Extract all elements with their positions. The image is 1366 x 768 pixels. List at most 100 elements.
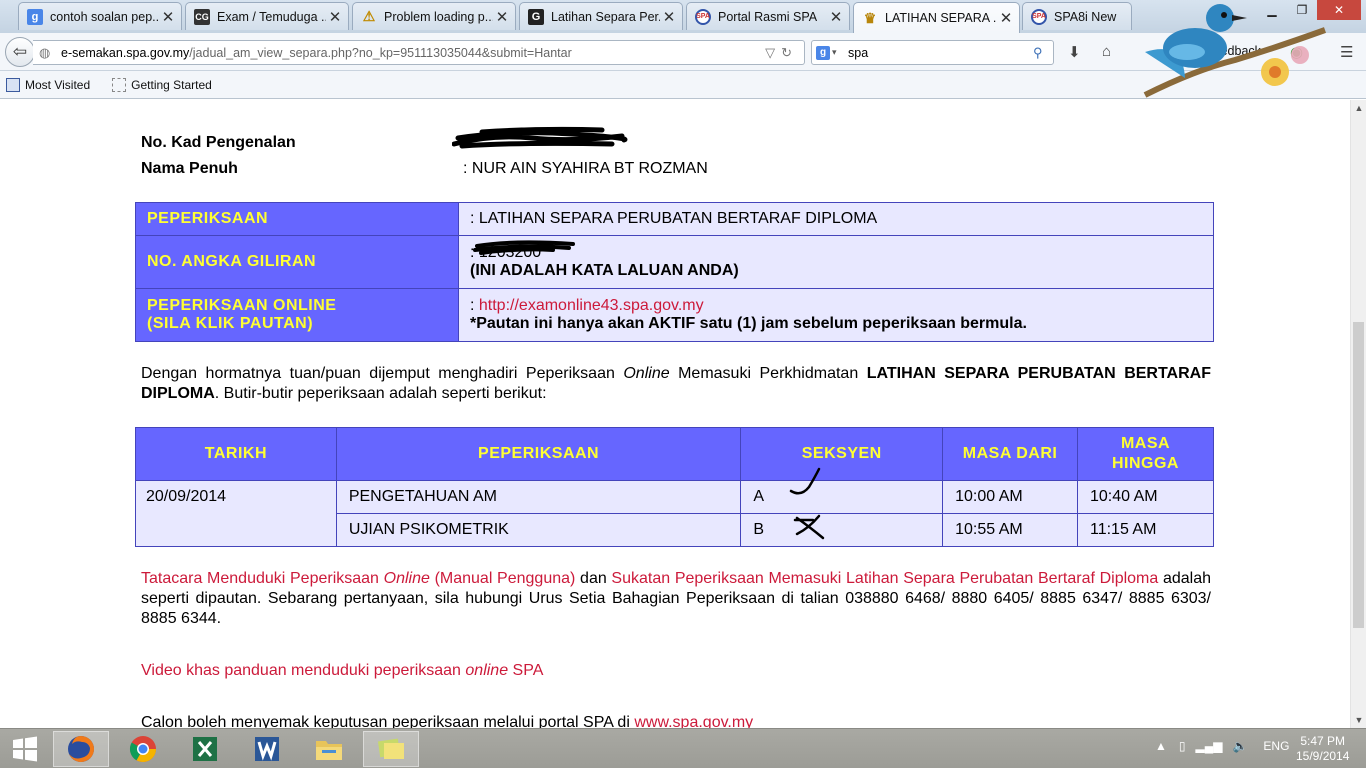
tab-spa8i-new[interactable]: SPA SPA8i New (1022, 2, 1132, 30)
checkmark-scribble (790, 467, 821, 495)
close-window-icon[interactable]: ✕ (1317, 0, 1361, 20)
scrollbar-thumb[interactable] (1353, 322, 1364, 628)
video-guide-link[interactable]: Video khas panduan menduduki peperiksaan… (141, 662, 543, 679)
reload-icon[interactable]: ↻ (781, 45, 798, 60)
excel-icon[interactable] (177, 731, 233, 767)
magnifier-icon[interactable]: ⚲ (1033, 45, 1053, 61)
close-tab-icon[interactable]: ✕ (827, 8, 845, 26)
scroll-up-icon[interactable]: ▲ (1351, 100, 1366, 116)
feedback-button[interactable]: Feedback (1206, 44, 1261, 58)
window-controls: ▁ ❐ ✕ (1257, 0, 1361, 20)
clock-time: 5:47 PM (1300, 734, 1346, 748)
bookmark-label: Getting Started (131, 77, 212, 92)
download-icon[interactable]: ⬇ (1068, 43, 1081, 61)
back-button[interactable]: ⇦ (5, 37, 35, 67)
search-engine-selector[interactable]: g ▾ (816, 45, 840, 61)
signal-icon[interactable]: ▂▄▆ (1196, 739, 1223, 753)
url-text: e-semakan.spa.gov.my/jadual_am_view_sepa… (61, 46, 765, 60)
manual-link-text: Tatacara Menduduki Peperiksaan (141, 570, 384, 587)
turn-number-label: NO. ANGKA GILIRAN (135, 235, 459, 289)
row-to: 11:15 AM (1076, 513, 1215, 547)
url-domain: e-semakan.spa.gov.my (61, 45, 190, 60)
manual-link-text: (Manual Pengguna) (429, 570, 576, 587)
url-bar[interactable]: ◍ e-semakan.spa.gov.my/jadual_am_view_se… (33, 40, 805, 65)
photo-viewer-icon[interactable] (363, 731, 419, 767)
cross-scribble (794, 514, 825, 540)
globe-icon: ◍ (39, 44, 51, 60)
header-tarikh: TARIKH (135, 427, 337, 481)
bookmark-label: Most Visited (25, 77, 91, 92)
google-search-icon: g (816, 45, 830, 60)
tab-label: SPA8i New (1054, 9, 1117, 24)
section-letter: A (753, 488, 765, 505)
intro-text: . Butir-butir peperiksaan adalah seperti… (214, 385, 547, 402)
results-text: Calon boleh menyemak keputusan peperiksa… (141, 714, 635, 728)
dropdown-arrow-icon[interactable]: ▽ (765, 45, 781, 60)
show-hidden-icons-icon[interactable]: ▲ (1155, 739, 1167, 753)
tab-label: LATIHAN SEPARA ... (885, 11, 997, 25)
video-text: Video khas panduan menduduki peperiksaan (141, 662, 466, 679)
g-icon: G (528, 8, 544, 25)
tab-portal-rasmi-spa[interactable]: SPA Portal Rasmi SPA ✕ (686, 2, 850, 30)
exam-row: PEPERIKSAAN : LATIHAN SEPARA PERUBATAN B… (135, 202, 1214, 236)
tab-problem-loading[interactable]: ⚠ Problem loading p... ✕ (352, 2, 516, 30)
close-tab-icon[interactable]: ✕ (493, 8, 511, 26)
bookmark-most-visited[interactable]: Most Visited (6, 77, 91, 92)
bookmark-getting-started[interactable]: Getting Started (112, 77, 212, 92)
video-guide-line: Video khas panduan menduduki peperiksaan… (141, 661, 1211, 681)
row-to: 10:40 AM (1076, 480, 1215, 514)
bookmarks-toolbar: Most Visited Getting Started (0, 71, 1366, 99)
windows-taskbar: ▲ ▯ ▂▄▆ 🔈 ENG 5:47 PM 15/9/2014 (0, 728, 1366, 768)
windows-start-icon[interactable] (0, 731, 50, 767)
syllabus-link[interactable]: Sukatan Peperiksaan Memasuki Latihan Sep… (611, 570, 1158, 587)
results-line: Calon boleh menyemak keputusan peperiksa… (141, 713, 1211, 728)
navigation-toolbar: ⇦ ◍ e-semakan.spa.gov.my/jadual_am_view_… (0, 33, 1366, 71)
cg-icon: CG (194, 8, 210, 25)
firefox-icon[interactable] (53, 731, 109, 767)
manual-link-italic: Online (383, 570, 430, 587)
online-prefix: : (470, 297, 479, 314)
url-path: /jadual_am_view_separa.php?no_kp=9511130… (189, 45, 572, 60)
online-exam-label-line1: PEPERIKSAAN ONLINE (147, 297, 337, 314)
tab-label: Problem loading p... (384, 9, 493, 24)
tab-latihan-separa-active[interactable]: ♛ LATIHAN SEPARA ... ✕ (853, 2, 1020, 33)
manual-links-paragraph: Tatacara Menduduki Peperiksaan Online (M… (141, 569, 1211, 629)
tab-latihan-separa[interactable]: G Latihan Separa Per... ✕ (519, 2, 683, 30)
volume-icon[interactable]: 🔈 (1232, 739, 1247, 753)
close-tab-icon[interactable]: ✕ (997, 9, 1015, 27)
clock[interactable]: 5:47 PM 15/9/2014 (1296, 734, 1349, 764)
arrow-left-icon: ⇦ (12, 42, 28, 61)
vertical-scrollbar[interactable]: ▲ ▼ (1350, 100, 1366, 728)
minimize-icon[interactable]: ▁ (1257, 0, 1287, 20)
row-from: 10:55 AM (942, 513, 1078, 547)
word-icon[interactable] (239, 731, 295, 767)
file-explorer-icon[interactable] (301, 731, 357, 767)
crest-icon: ♛ (863, 9, 877, 26)
row-exam: PENGETAHUAN AM (335, 480, 742, 514)
online-exam-label: PEPERIKSAAN ONLINE (SILA KLIK PAUTAN) (135, 288, 459, 342)
close-tab-icon[interactable]: ✕ (660, 8, 678, 26)
battery-icon[interactable]: ▯ (1179, 739, 1186, 753)
ic-row: No. Kad Pengenalan (141, 134, 463, 152)
restore-icon[interactable]: ❐ (1287, 0, 1317, 20)
chrome-icon[interactable] (115, 731, 171, 767)
close-tab-icon[interactable]: ✕ (326, 8, 344, 26)
search-bar[interactable]: g ▾ spa ⚲ (811, 40, 1054, 65)
examonline-link[interactable]: http://examonline43.spa.gov.my (479, 297, 704, 314)
clock-date: 15/9/2014 (1296, 749, 1350, 763)
header-peperiksaan: PEPERIKSAAN (335, 427, 742, 481)
home-icon[interactable]: ⌂ (1102, 43, 1111, 60)
tab-exam-temuduga[interactable]: CG Exam / Temuduga ... ✕ (185, 2, 349, 30)
language-indicator[interactable]: ENG (1263, 739, 1289, 753)
close-tab-icon[interactable]: ✕ (159, 8, 177, 26)
redaction-scribble (452, 126, 628, 149)
most-visited-icon (6, 77, 20, 92)
menu-icon[interactable]: ☰ (1340, 43, 1353, 61)
manual-link[interactable]: Tatacara Menduduki Peperiksaan Online (M… (141, 570, 575, 587)
search-input[interactable]: spa (840, 46, 1033, 60)
tab-contoh-soalan[interactable]: g contoh soalan pep... ✕ (18, 2, 182, 30)
spa-portal-link[interactable]: www.spa.gov.my (634, 714, 753, 728)
scroll-down-icon[interactable]: ▼ (1351, 712, 1366, 728)
addon-icon[interactable]: ◉ (1290, 43, 1303, 61)
tab-bar: g contoh soalan pep... ✕ CG Exam / Temud… (0, 0, 1366, 33)
